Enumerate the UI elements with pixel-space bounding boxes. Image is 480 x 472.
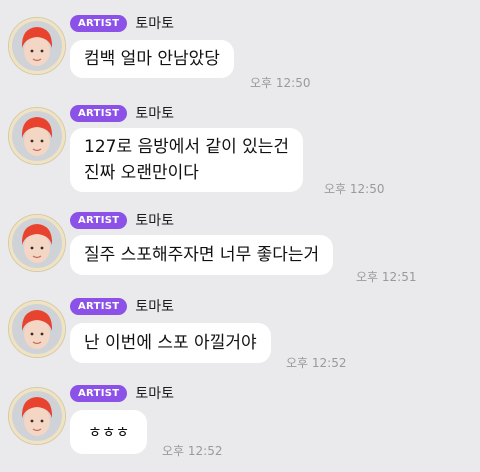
message-2: ARTIST 토마토 127로 음방에서 같이 있는건 진짜 오랜만이다 오후 … — [0, 104, 480, 196]
avatar[interactable] — [8, 300, 66, 358]
message-text: ㅎㅎㅎ — [88, 423, 130, 441]
sender-row: ARTIST 토마토 — [70, 14, 174, 32]
message-time: 오후 12:50 — [250, 76, 311, 90]
message-bubble[interactable]: 컴백 얼마 안남았당 — [70, 40, 234, 78]
message-bubble[interactable]: 난 이번에 스포 아낄거야 — [70, 323, 271, 363]
sender-row: ARTIST 토마토 — [70, 384, 174, 402]
avatar[interactable] — [8, 387, 66, 445]
artist-badge: ARTIST — [70, 104, 128, 122]
message-time: 오후 12:52 — [286, 356, 347, 370]
message-3: ARTIST 토마토 질주 스포해주자면 너무 좋다는거 오후 12:51 — [0, 211, 480, 284]
message-text: 질주 스포해주자면 너무 좋다는거 — [84, 245, 320, 265]
message-text-line-1: 127로 음방에서 같이 있는건 — [84, 137, 290, 157]
message-text: 난 이번에 스포 아낄거야 — [84, 333, 257, 353]
message-time: 오후 12:50 — [324, 182, 385, 196]
sender-row: ARTIST 토마토 — [70, 104, 174, 122]
message-time: 오후 12:52 — [162, 444, 223, 458]
sender-name[interactable]: 토마토 — [135, 296, 174, 316]
message-time: 오후 12:51 — [356, 270, 417, 284]
message-1: ARTIST 토마토 컴백 얼마 안남았당 오후 12:50 — [0, 14, 480, 90]
message-4: ARTIST 토마토 난 이번에 스포 아낄거야 오후 12:52 — [0, 297, 480, 370]
message-bubble[interactable]: 질주 스포해주자면 너무 좋다는거 — [70, 235, 334, 275]
sender-row: ARTIST 토마토 — [70, 297, 174, 315]
chat-window: ARTIST 토마토 컴백 얼마 안남았당 오후 12:50 ARTIST 토마… — [0, 0, 480, 472]
avatar[interactable] — [8, 214, 66, 272]
artist-badge: ARTIST — [70, 384, 128, 402]
message-5: ARTIST 토마토 ㅎㅎㅎ 오후 12:52 — [0, 384, 480, 464]
sender-name[interactable]: 토마토 — [135, 103, 174, 123]
sender-name[interactable]: 토마토 — [135, 13, 174, 33]
avatar[interactable] — [8, 107, 66, 165]
artist-badge: ARTIST — [70, 297, 128, 315]
artist-badge: ARTIST — [70, 14, 128, 32]
sender-row: ARTIST 토마토 — [70, 211, 174, 229]
message-bubble[interactable]: 127로 음방에서 같이 있는건 진짜 오랜만이다 — [70, 128, 304, 192]
message-bubble[interactable]: ㅎㅎㅎ — [70, 410, 148, 454]
sender-name[interactable]: 토마토 — [135, 383, 174, 403]
avatar[interactable] — [8, 17, 66, 75]
message-text-line-2: 진짜 오랜만이다 — [84, 163, 199, 183]
sender-name[interactable]: 토마토 — [135, 210, 174, 230]
artist-badge: ARTIST — [70, 211, 128, 229]
message-text: 컴백 얼마 안남았당 — [84, 49, 220, 69]
